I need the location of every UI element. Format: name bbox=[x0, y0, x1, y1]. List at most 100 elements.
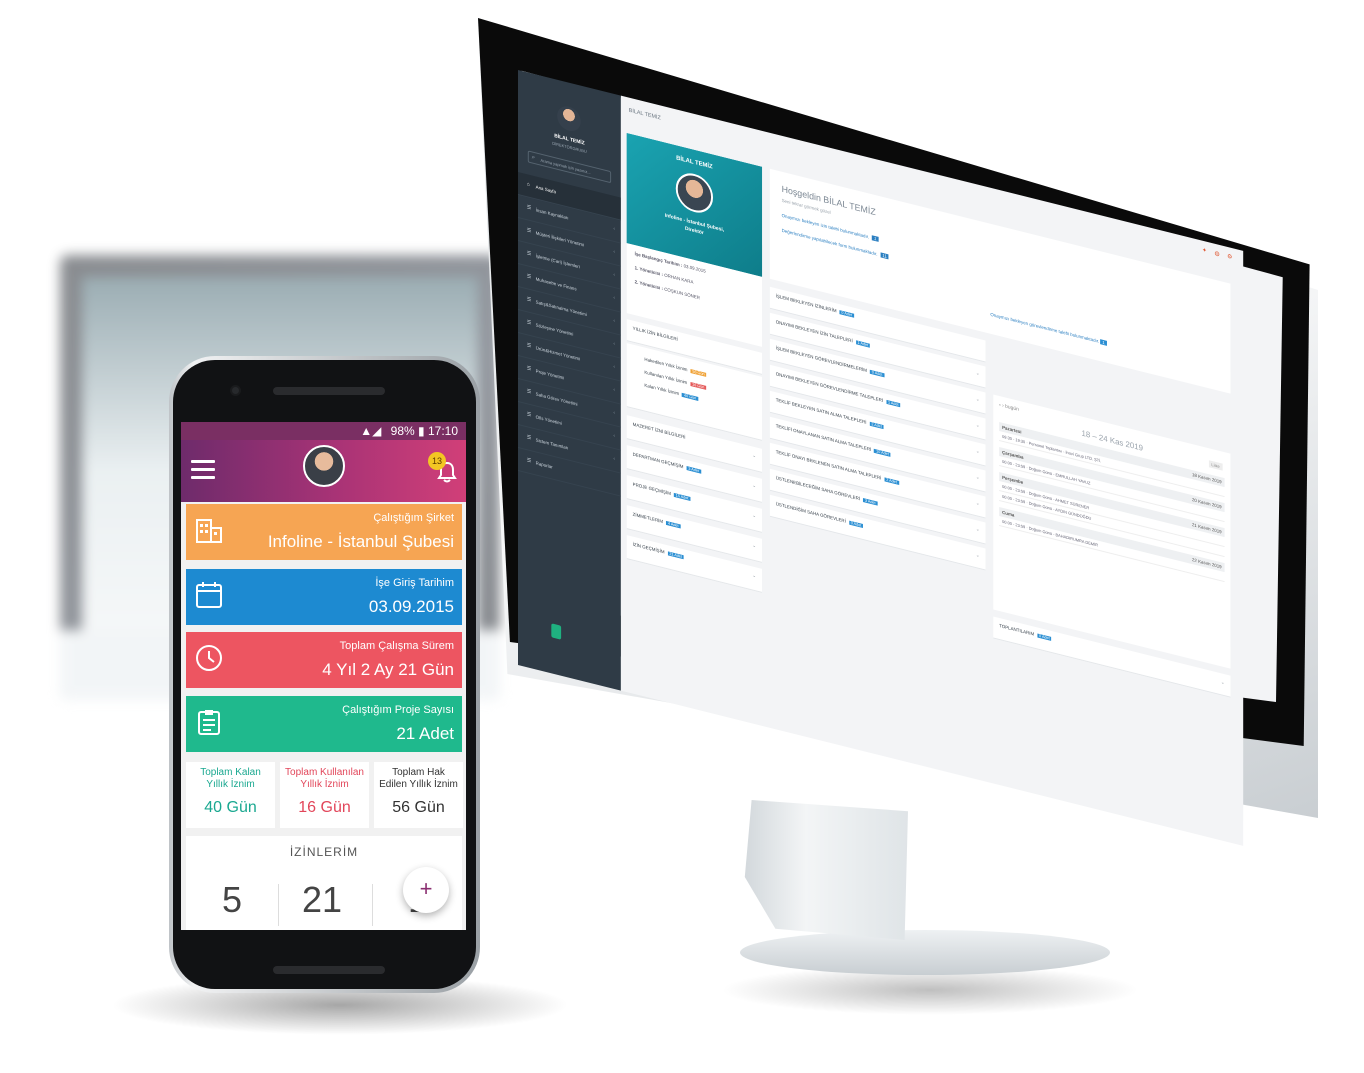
user-avatar[interactable] bbox=[303, 445, 345, 487]
start-date-value: 03.09.2015 bbox=[683, 263, 706, 274]
chevron-left-icon: ‹ bbox=[613, 432, 616, 440]
chevron-left-icon: ‹ bbox=[613, 271, 616, 279]
report-icon: ☰ bbox=[526, 457, 532, 465]
form-link-badge: 11 bbox=[880, 252, 889, 260]
my-leaves-title: İZİNLERİM bbox=[289, 845, 359, 859]
welcome-assignment-link[interactable]: Onaymızı bekleyen görevlendirme talebi b… bbox=[990, 311, 1107, 346]
project-icon: ☰ bbox=[526, 365, 532, 373]
chevron-down-icon: ⌄ bbox=[752, 512, 757, 519]
clock-time: 17:10 bbox=[427, 424, 458, 438]
tile-label: Çalıştığım Şirket bbox=[373, 512, 454, 524]
sidebar-item-label: Ana Sayfa bbox=[535, 184, 556, 195]
assignment-link-text: Onaymızı bekleyen görevlendirme talebi b… bbox=[990, 311, 1100, 344]
chevron-down-icon: ⌄ bbox=[752, 542, 757, 549]
panel-title: DEPARTMAN GEÇMİŞİM bbox=[632, 451, 684, 470]
chevron-down-icon: ⌄ bbox=[752, 482, 757, 489]
chevron-left-icon: ‹ bbox=[613, 409, 616, 417]
leave-count[interactable]: 21 bbox=[302, 879, 342, 921]
header-icons[interactable]: ✦ ◍ ⚙ bbox=[1202, 247, 1235, 262]
briefcase-icon: ☰ bbox=[526, 250, 532, 258]
leave-count[interactable]: 5 bbox=[222, 879, 242, 921]
chevron-left-icon: ‹ bbox=[613, 386, 616, 394]
users-icon: ☰ bbox=[526, 204, 532, 212]
calendar-list: Pazartesi 18 Kasım 2019 09:30 - 19:30 · … bbox=[999, 421, 1225, 583]
next-week-button[interactable]: › bbox=[1002, 403, 1004, 409]
panel-badge: 3 Adet bbox=[862, 498, 878, 506]
tile-value: 4 Yıl 2 Ay 21 Gün bbox=[322, 660, 454, 679]
divider bbox=[278, 884, 279, 926]
clock-icon bbox=[196, 645, 222, 671]
panel-badge: 2 Adet bbox=[869, 421, 884, 430]
search-placeholder: Arama yapmak için yazınız... bbox=[540, 157, 591, 176]
work-duration-tile[interactable]: Toplam Çalışma Sürem 4 Yıl 2 Ay 21 Gün bbox=[186, 632, 462, 688]
panel-badge: 15 Adet bbox=[673, 492, 691, 501]
signal-icon: ▲◢ bbox=[360, 424, 382, 438]
sidebar: BİLAL TEMİZ DİREKTÖRGRUBU ⌕ Arama yapmak… bbox=[518, 70, 621, 691]
prev-week-button[interactable]: ‹ bbox=[999, 402, 1001, 408]
leave-earned-badge: 56 Gün bbox=[690, 368, 707, 378]
panel-badge: 10 Adet bbox=[874, 448, 891, 457]
clipboard-icon bbox=[198, 710, 220, 735]
chevron-down-icon: ⌄ bbox=[975, 474, 980, 481]
panel-badge: 3 Adet bbox=[686, 465, 701, 474]
sidebar-avatar[interactable] bbox=[557, 103, 581, 134]
tile-value: 03.09.2015 bbox=[368, 597, 454, 616]
panel-title: PROJE GEÇMİŞİM bbox=[632, 481, 671, 497]
panel-title: TOPLANTILARIM bbox=[999, 622, 1035, 637]
stat-value: 40 Gün bbox=[204, 799, 257, 816]
sidebar-item-label: Sözleşme Yönetimi bbox=[535, 322, 574, 337]
tile-label: İşe Giriş Tarihim bbox=[375, 577, 454, 589]
stat-label: Toplam Hak Edilen Yıllık İznim bbox=[379, 767, 458, 790]
contacts-icon: ☰ bbox=[526, 227, 532, 235]
chevron-left-icon: ‹ bbox=[613, 294, 616, 302]
chevron-left-icon: ‹ bbox=[613, 363, 616, 371]
manager1-value: ORHAN KARA bbox=[664, 272, 694, 285]
sidebar-toggle-button[interactable] bbox=[551, 623, 562, 640]
product-icon: ☰ bbox=[526, 342, 532, 350]
chevron-down-icon: ⌄ bbox=[752, 572, 757, 579]
contract-icon: ☰ bbox=[526, 319, 532, 327]
panel-badge: 0 Adet bbox=[1037, 633, 1052, 642]
project-count-tile[interactable]: Çalıştığım Proje Sayısı 21 Adet bbox=[186, 696, 462, 752]
chevron-down-icon: ⌄ bbox=[975, 422, 980, 429]
divider bbox=[372, 884, 373, 926]
start-date-tile[interactable]: İşe Giriş Tarihim 03.09.2015 bbox=[186, 569, 462, 625]
cart-icon: ☰ bbox=[526, 296, 532, 304]
battery-icon: ▮ bbox=[418, 424, 425, 438]
field-icon: ☰ bbox=[526, 388, 532, 396]
hamburger-menu-icon[interactable] bbox=[191, 460, 215, 480]
panel-title: İŞLEM BEKLEYEN İZİNLERİM bbox=[775, 293, 837, 314]
profile-avatar bbox=[675, 169, 714, 217]
remaining-leave-card[interactable]: Toplam Kalan Yıllık İznim 40 Gün bbox=[186, 762, 275, 828]
company-tile[interactable]: Çalıştığım Şirket Infoline - İstanbul Şu… bbox=[186, 504, 462, 560]
sidebar-item-label: Satış&Satınalma Yönetimi bbox=[535, 299, 587, 318]
today-button[interactable]: bugün bbox=[1005, 403, 1019, 412]
chevron-down-icon: ⌄ bbox=[975, 552, 980, 559]
panel-badge: 0 Adet bbox=[869, 369, 885, 378]
add-leave-button[interactable]: + bbox=[403, 867, 449, 913]
home-icon: ⌂ bbox=[526, 181, 530, 188]
panel-badge: 1 Adet bbox=[886, 399, 901, 408]
leave-remaining-badge: 40 Gün bbox=[682, 392, 699, 401]
building-icon bbox=[196, 519, 222, 543]
earpiece-speaker bbox=[273, 387, 385, 395]
leave-link-badge: 1 bbox=[872, 235, 879, 242]
panel-title: ZİMMETLERİM bbox=[632, 511, 664, 525]
chevron-left-icon: ‹ bbox=[613, 317, 616, 325]
chevron-down-icon: ⌄ bbox=[975, 500, 980, 507]
sidebar-item-label: İşletme (Cari) İşlemleri bbox=[535, 253, 580, 270]
sidebar-item-label: Sistem Tanımları bbox=[535, 437, 569, 451]
sidebar-item-label: Saha Görev Yönetimi bbox=[535, 391, 578, 407]
manager2-value: COŞKUN SÖNER bbox=[664, 286, 701, 301]
stat-label: Toplam Kalan Yıllık İznim bbox=[200, 767, 261, 790]
earned-leave-card[interactable]: Toplam Hak Edilen Yıllık İznim 56 Gün bbox=[374, 762, 463, 828]
chevron-down-icon: ⌄ bbox=[752, 452, 757, 459]
stat-value: 16 Gün bbox=[298, 799, 351, 816]
leave-remaining-label: Kalan Yıllık İzinim bbox=[644, 382, 680, 397]
chevron-left-icon: ‹ bbox=[613, 340, 616, 348]
leave-used-label: Kullanılan Yıllık İzinim bbox=[644, 369, 688, 386]
used-leave-card[interactable]: Toplam Kullanılan Yıllık İznim 16 Gün bbox=[280, 762, 369, 828]
stat-label: Toplam Kullanılan Yıllık İznim bbox=[285, 767, 364, 790]
panel-title: İZİN GEÇMİŞİM bbox=[632, 541, 665, 555]
settings-icon: ☰ bbox=[526, 434, 532, 442]
